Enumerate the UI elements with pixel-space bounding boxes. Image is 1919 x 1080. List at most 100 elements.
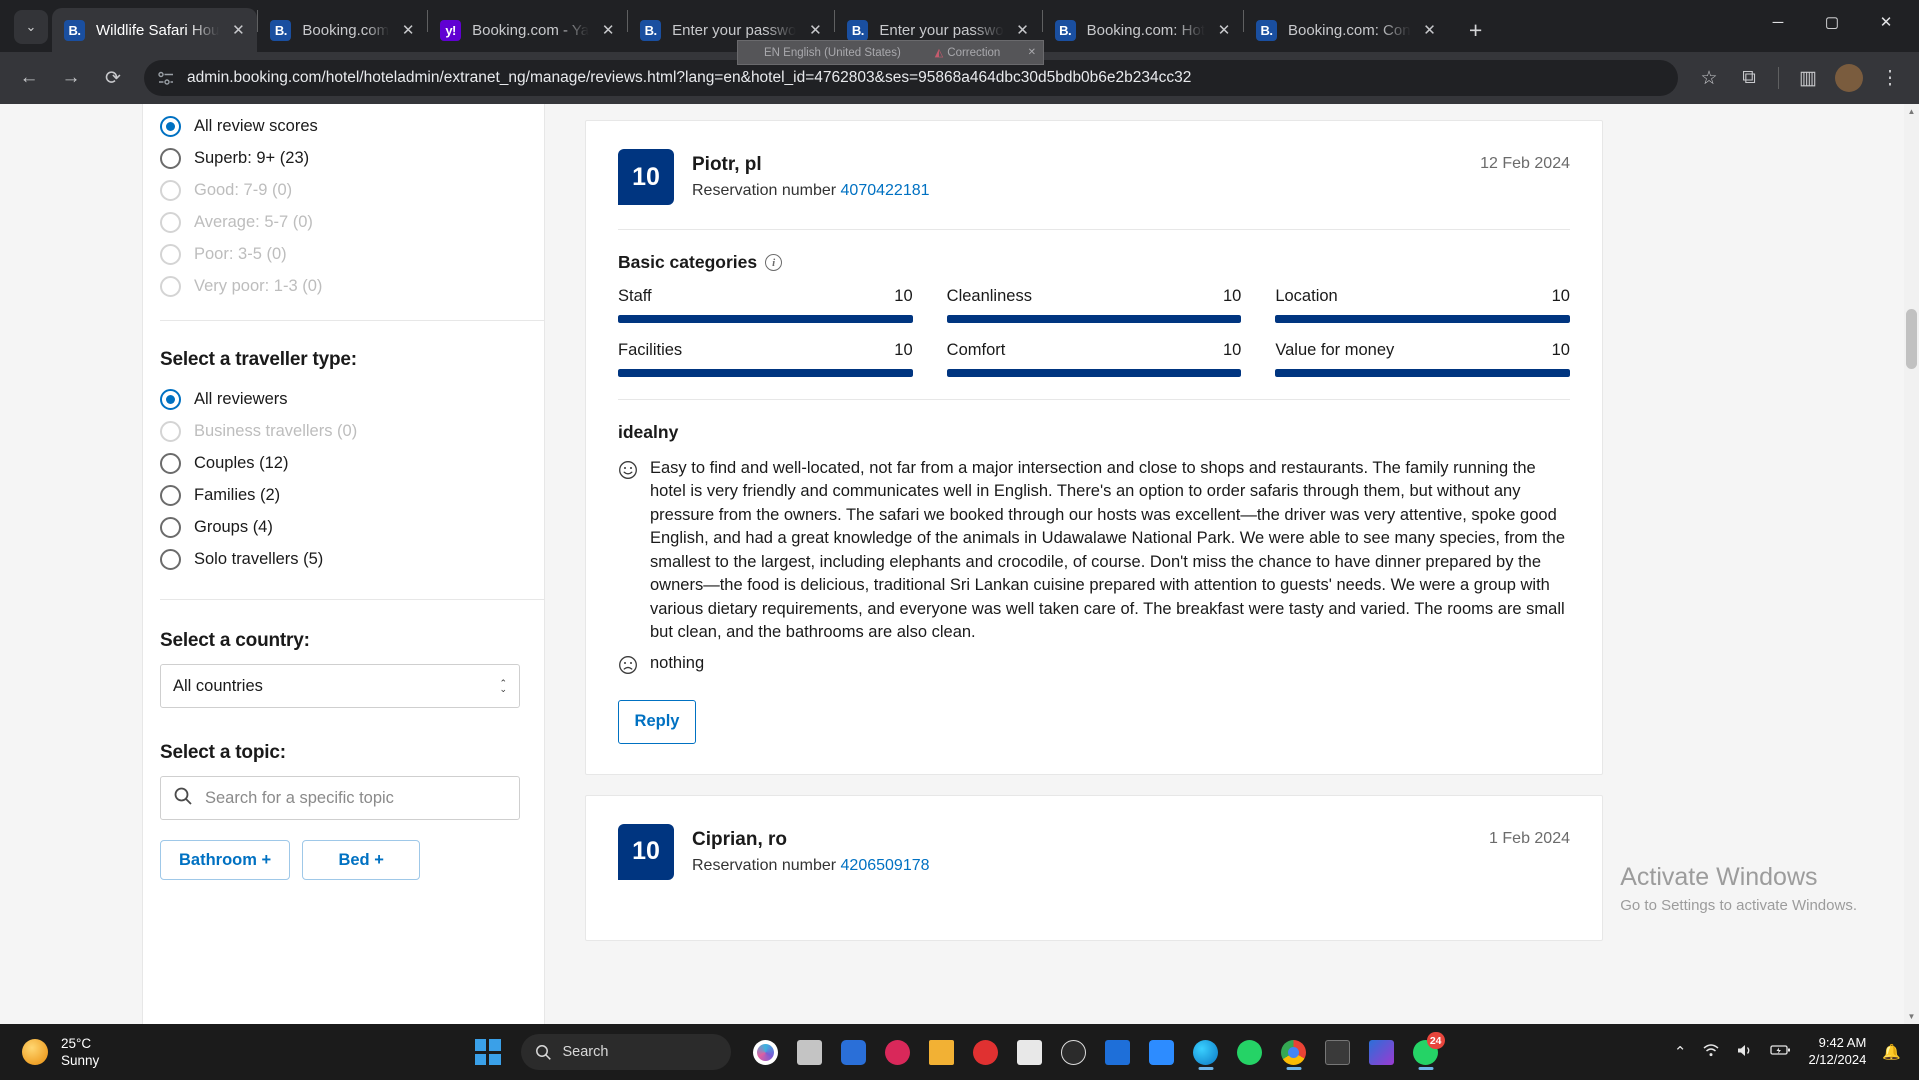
tab-2[interactable]: y! Booking.com - Ya ✕ bbox=[428, 8, 627, 52]
tab-close-icon[interactable]: ✕ bbox=[595, 17, 621, 43]
tray-expand-chevron-icon[interactable]: ⌃ bbox=[1674, 1043, 1687, 1061]
apps-grid-icon[interactable] bbox=[1363, 1033, 1401, 1071]
forward-button[interactable]: → bbox=[52, 59, 90, 97]
category-bar bbox=[1275, 315, 1570, 323]
tab-title: Enter your passwo bbox=[672, 21, 797, 39]
start-button-icon[interactable] bbox=[474, 1039, 501, 1065]
score-option-very-poor: Very poor: 1-3 (0) bbox=[160, 270, 520, 302]
chrome-icon[interactable] bbox=[1275, 1033, 1313, 1071]
radio-icon[interactable] bbox=[160, 452, 181, 474]
reservation-number-link[interactable]: 4070422181 bbox=[841, 182, 930, 199]
tab-1[interactable]: B. Booking.com ✕ bbox=[258, 8, 427, 52]
ime-correction-button[interactable]: ◭ Correction bbox=[935, 46, 1001, 60]
extensions-icon[interactable]: ⧉ bbox=[1730, 59, 1768, 97]
tab-close-icon[interactable]: ✕ bbox=[395, 17, 421, 43]
opera-icon[interactable] bbox=[879, 1033, 917, 1071]
info-icon[interactable]: i bbox=[765, 254, 783, 271]
whatsapp-icon[interactable]: 24 bbox=[1407, 1032, 1445, 1071]
ime-language-popup[interactable]: EN English (United States) ◭ Correction … bbox=[737, 40, 1044, 65]
tab-close-icon[interactable]: ✕ bbox=[1417, 17, 1443, 43]
tab-0[interactable]: B. Wildlife Safari Hou ✕ bbox=[52, 8, 258, 52]
tab-close-icon[interactable]: ✕ bbox=[1211, 17, 1237, 43]
topic-search-input[interactable] bbox=[205, 788, 507, 808]
traveller-option-label: All reviewers bbox=[194, 389, 288, 408]
traveller-option-all[interactable]: All reviewers bbox=[160, 383, 520, 415]
new-tab-button[interactable]: + bbox=[1459, 13, 1493, 47]
tab-6[interactable]: B. Booking.com: Con ✕ bbox=[1244, 8, 1449, 52]
wifi-icon[interactable] bbox=[1702, 1043, 1720, 1062]
tab-5[interactable]: B. Booking.com: Hot ✕ bbox=[1043, 8, 1243, 52]
close-window-button[interactable]: ✕ bbox=[1859, 0, 1913, 44]
score-option-all[interactable]: All review scores bbox=[160, 110, 520, 142]
tab-title: Enter your passwo bbox=[879, 21, 1004, 39]
file-explorer-icon[interactable] bbox=[923, 1033, 961, 1071]
reply-button[interactable]: Reply bbox=[618, 699, 696, 744]
notifications-bell-icon[interactable]: 🔔 bbox=[1882, 1043, 1901, 1061]
tab-close-icon[interactable]: ✕ bbox=[225, 17, 251, 43]
ime-close-icon[interactable]: ✕ bbox=[1028, 47, 1039, 58]
booking-favicon-icon: B. bbox=[270, 19, 292, 41]
radio-icon[interactable] bbox=[160, 388, 181, 410]
microsoft-store-icon[interactable] bbox=[1011, 1033, 1049, 1071]
mail-icon[interactable] bbox=[835, 1033, 873, 1071]
outlook-icon[interactable] bbox=[1099, 1033, 1137, 1071]
radio-icon[interactable] bbox=[160, 484, 181, 506]
minimize-button[interactable]: ─ bbox=[1751, 0, 1805, 44]
traveller-option-families[interactable]: Families (2) bbox=[160, 479, 520, 511]
task-view-icon[interactable] bbox=[791, 1033, 829, 1071]
score-option-superb[interactable]: Superb: 9+ (23) bbox=[160, 142, 520, 174]
topic-chip-bed[interactable]: Bed + bbox=[302, 840, 421, 880]
category-value: 10 bbox=[894, 287, 913, 305]
country-select[interactable]: All countries ⌃ ⌄ bbox=[160, 664, 520, 708]
toolbar-actions: ☆ ⧉ ▥ ⋮ bbox=[1690, 59, 1909, 97]
site-settings-icon[interactable] bbox=[158, 71, 175, 86]
radio-icon[interactable] bbox=[160, 147, 181, 169]
ime-correction-label: Correction bbox=[947, 46, 1001, 59]
media-player-icon[interactable] bbox=[1055, 1033, 1093, 1071]
battery-icon[interactable] bbox=[1770, 1043, 1792, 1061]
radio-icon[interactable] bbox=[160, 548, 181, 570]
taskbar-search[interactable]: Search bbox=[520, 1034, 731, 1070]
address-bar[interactable]: admin.booking.com/hotel/hoteladmin/extra… bbox=[144, 60, 1678, 96]
traveller-option-label: Business travellers (0) bbox=[194, 421, 358, 440]
volume-icon[interactable] bbox=[1736, 1043, 1754, 1062]
tab-search-button[interactable]: ⌄ bbox=[14, 10, 48, 44]
page-scrollbar[interactable]: ▲ ▼ bbox=[1904, 104, 1919, 1024]
ime-language-label: EN English (United States) bbox=[764, 46, 901, 59]
browser-menu-icon[interactable]: ⋮ bbox=[1871, 59, 1909, 97]
radio-icon[interactable] bbox=[160, 516, 181, 538]
score-option-good: Good: 7-9 (0) bbox=[160, 174, 520, 206]
category-name: Value for money bbox=[1275, 341, 1395, 359]
topic-chip-bathroom[interactable]: Bathroom + bbox=[160, 840, 291, 880]
scrollbar-thumb[interactable] bbox=[1906, 309, 1917, 369]
reviews-page: All review scores Superb: 9+ (23) Good: … bbox=[0, 104, 1904, 1024]
chevron-down-icon: ⌄ bbox=[25, 19, 37, 34]
taskbar-clock[interactable]: 9:42 AM 2/12/2024 bbox=[1808, 1035, 1866, 1069]
profile-avatar[interactable] bbox=[1835, 64, 1863, 92]
traveller-option-solo[interactable]: Solo travellers (5) bbox=[160, 543, 520, 575]
radio-icon[interactable] bbox=[160, 115, 181, 137]
side-panel-icon[interactable]: ▥ bbox=[1789, 59, 1827, 97]
scroll-up-arrow-icon[interactable]: ▲ bbox=[1904, 104, 1919, 119]
bookmark-star-icon[interactable]: ☆ bbox=[1690, 59, 1728, 97]
category-cleanliness: Cleanliness 10 bbox=[946, 287, 1242, 323]
reviewer-info: Ciprian, ro Reservation number 420650917… bbox=[692, 824, 930, 875]
whatsapp-desktop-icon[interactable] bbox=[1231, 1033, 1269, 1071]
calculator-icon[interactable] bbox=[1319, 1033, 1357, 1071]
traveller-option-couples[interactable]: Couples (12) bbox=[160, 447, 520, 479]
scroll-down-arrow-icon[interactable]: ▼ bbox=[1904, 1009, 1919, 1024]
maximize-button[interactable]: ▢ bbox=[1805, 0, 1859, 44]
traveller-option-groups[interactable]: Groups (4) bbox=[160, 511, 520, 543]
tab-strip: ⌄ B. Wildlife Safari Hou ✕ B. Booking.co… bbox=[0, 0, 1919, 65]
reload-button[interactable]: ⟳ bbox=[94, 59, 132, 97]
opera-gx-icon[interactable] bbox=[967, 1033, 1005, 1071]
topic-search-box[interactable] bbox=[160, 776, 520, 820]
reservation-number-link[interactable]: 4206509178 bbox=[841, 857, 930, 874]
back-button[interactable]: ← bbox=[10, 59, 48, 97]
edge-icon[interactable] bbox=[1187, 1033, 1225, 1071]
category-name: Comfort bbox=[946, 341, 1006, 359]
taskbar-weather-widget[interactable]: 25°C Sunny bbox=[0, 1035, 99, 1070]
copilot-icon[interactable] bbox=[747, 1033, 785, 1071]
score-option-label: All review scores bbox=[194, 116, 318, 135]
zoom-icon[interactable] bbox=[1143, 1033, 1181, 1071]
